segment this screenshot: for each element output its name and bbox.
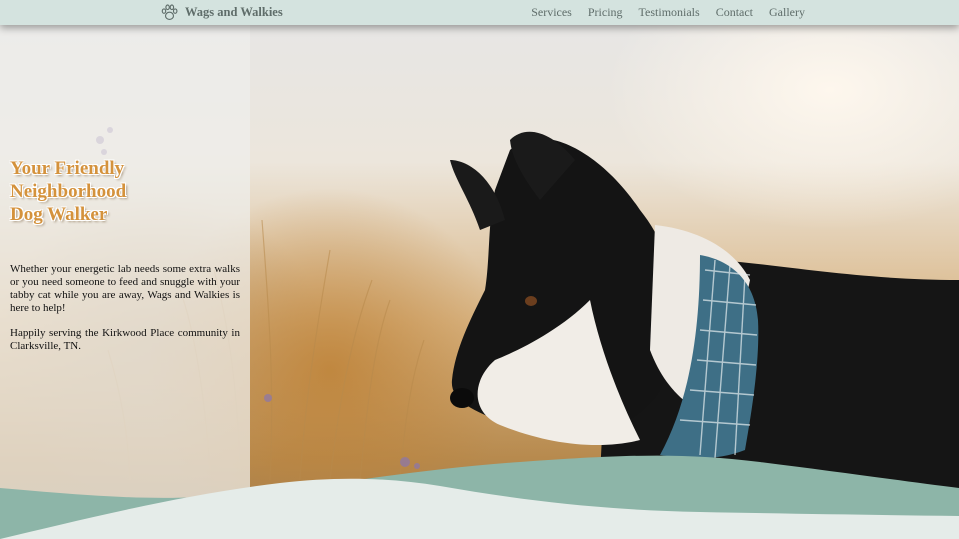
hero-headline-line-2: Neighborhood bbox=[10, 181, 127, 202]
top-navbar: Wags and Walkies Services Pricing Testim… bbox=[0, 0, 959, 25]
hero-headline: Your Friendly Neighborhood Dog Walker bbox=[10, 157, 230, 226]
nav-link-testimonials[interactable]: Testimonials bbox=[639, 5, 700, 20]
nav-links: Services Pricing Testimonials Contact Ga… bbox=[531, 0, 805, 25]
nav-link-services[interactable]: Services bbox=[531, 5, 572, 20]
hero-headline-line-3: Dog Walker bbox=[10, 204, 108, 225]
hero-service-area-paragraph: Happily serving the Kirkwood Place commu… bbox=[10, 327, 240, 352]
paw-icon bbox=[161, 4, 178, 21]
hero-intro-paragraph: Whether your energetic lab needs some ex… bbox=[10, 263, 240, 314]
brand-name: Wags and Walkies bbox=[185, 5, 283, 19]
hero-headline-line-1: Your Friendly bbox=[10, 158, 125, 179]
brand-logo[interactable]: Wags and Walkies bbox=[160, 3, 283, 22]
nav-link-contact[interactable]: Contact bbox=[716, 5, 753, 20]
nav-link-gallery[interactable]: Gallery bbox=[769, 5, 805, 20]
nav-link-pricing[interactable]: Pricing bbox=[588, 5, 623, 20]
